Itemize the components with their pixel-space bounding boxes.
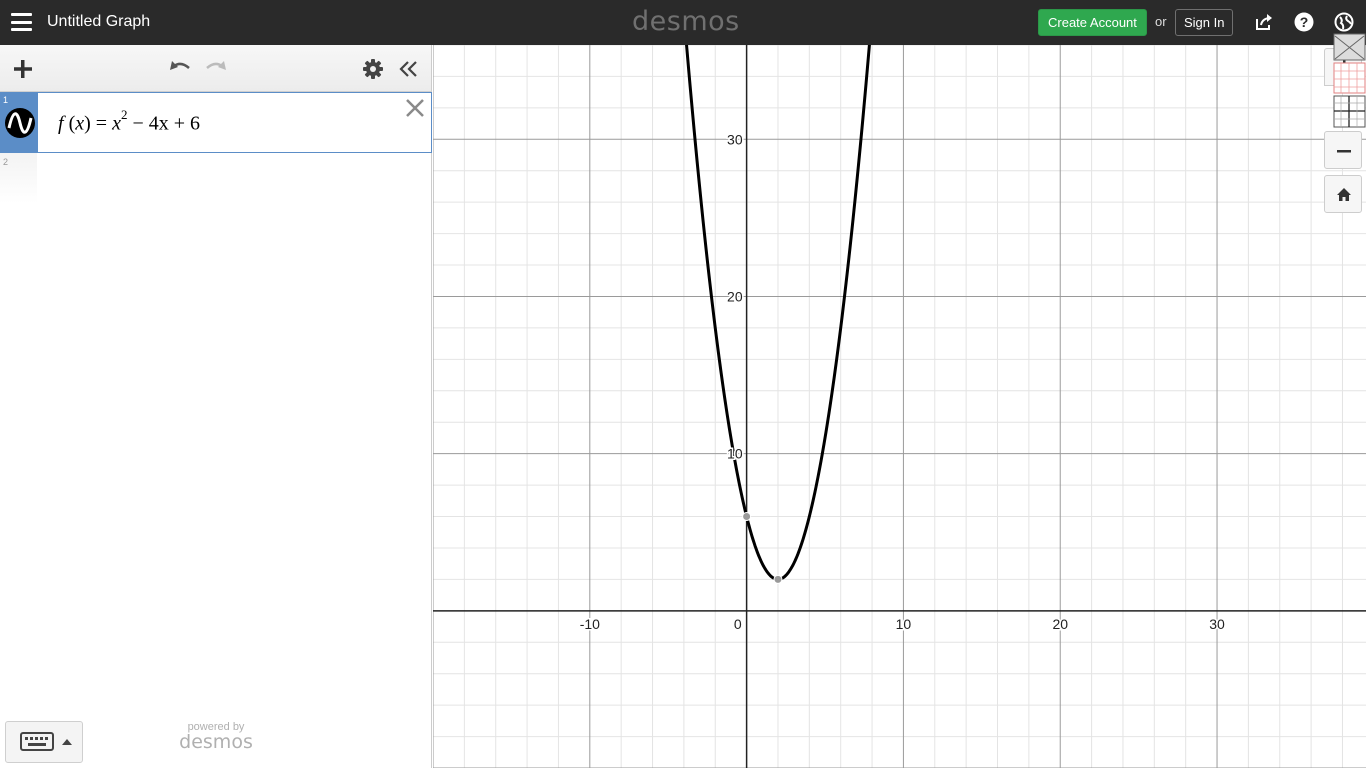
graph-visibility-icon[interactable] — [5, 108, 35, 138]
expression-panel: 1 f (x) = x2 − 4x + 6 2 powered by desmo… — [0, 45, 432, 768]
major-gridlines — [433, 45, 1366, 768]
x-tick-label: 20 — [1052, 616, 1068, 632]
minor-gridlines — [433, 45, 1366, 768]
collapse-panel-icon[interactable] — [398, 59, 420, 84]
expression-index: 1 — [3, 95, 9, 105]
x-tick-label: -10 — [580, 616, 600, 632]
x-tick-label: 30 — [1209, 616, 1225, 632]
powered-by-desmos[interactable]: powered by desmos — [176, 721, 256, 753]
point-of-interest — [742, 512, 752, 522]
expression-index: 2 — [3, 157, 9, 167]
settings-gear-icon[interactable] — [362, 58, 384, 85]
sign-in-button[interactable]: Sign In — [1175, 9, 1234, 36]
powered-by-brand: desmos — [179, 731, 253, 753]
x-tick-label: 10 — [896, 616, 912, 632]
exponent: 2 — [120, 107, 128, 122]
home-icon — [1337, 188, 1351, 201]
function-name: f — [58, 112, 64, 135]
share-icon[interactable] — [1254, 12, 1274, 32]
expression-gutter: 2 — [0, 153, 37, 203]
keyboard-icon — [20, 732, 72, 751]
hamburger-menu-icon[interactable] — [11, 13, 32, 31]
expression-row[interactable]: 1 f (x) = x2 − 4x + 6 — [0, 92, 432, 153]
graph-canvas[interactable]: -10 0 10 20 30 10 20 30 — [433, 45, 1366, 768]
graph-plot[interactable]: -10 0 10 20 30 10 20 30 — [433, 45, 1366, 768]
delete-expression-icon[interactable] — [404, 97, 426, 119]
x-tick-label: 0 — [734, 616, 742, 632]
expression-gutter: 1 — [1, 93, 38, 152]
paren-close: ) — [84, 112, 91, 135]
equals-sign: = — [95, 112, 108, 135]
add-icon[interactable] — [12, 58, 34, 85]
axes — [433, 45, 1366, 768]
home-button[interactable] — [1324, 175, 1362, 213]
point-of-interest — [773, 574, 783, 584]
y-tick-label: 30 — [727, 131, 743, 147]
expression-rest: − 4x + 6 — [132, 112, 201, 135]
help-icon[interactable]: ? — [1294, 12, 1314, 32]
or-label: or — [1155, 14, 1167, 29]
y-tick-label: 20 — [727, 288, 743, 304]
power-base: x — [112, 112, 121, 135]
redo-icon[interactable] — [204, 58, 228, 83]
zoom-out-button[interactable] — [1324, 131, 1362, 169]
brand-logo: desmos — [632, 6, 740, 37]
svg-text:?: ? — [1300, 14, 1309, 30]
graph-settings-wrench-icon[interactable] — [1333, 33, 1366, 129]
undo-icon[interactable] — [168, 58, 192, 83]
expression-toolbar — [0, 45, 431, 92]
function-arg: x — [75, 112, 85, 135]
empty-expression-row[interactable]: 2 — [0, 153, 432, 203]
zoom-out-icon — [1337, 150, 1351, 153]
graph-title[interactable]: Untitled Graph — [47, 13, 150, 31]
tick-labels: -10 0 10 20 30 10 20 30 — [578, 130, 1226, 634]
globe-icon[interactable] — [1334, 12, 1354, 32]
keyboard-toggle-button[interactable] — [5, 721, 83, 763]
top-header: Untitled Graph desmos Create Account or … — [0, 0, 1366, 45]
expression-math[interactable]: f (x) = x2 − 4x + 6 — [58, 107, 201, 136]
create-account-button[interactable]: Create Account — [1038, 9, 1147, 36]
y-tick-label: 10 — [727, 446, 743, 462]
